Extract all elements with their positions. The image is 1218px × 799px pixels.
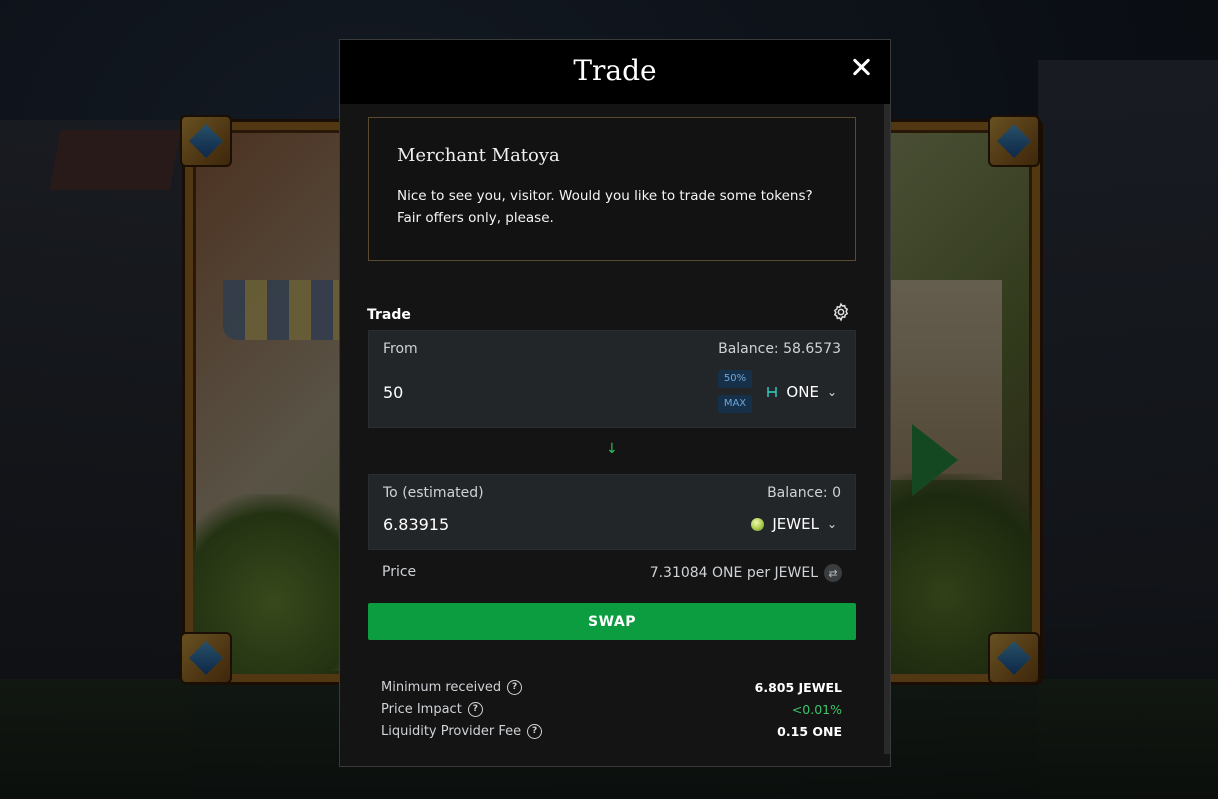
from-panel: From Balance: 58.6573 50 50% MAX ONE ⌄ [368,330,856,428]
from-balance: Balance: 58.6573 [718,341,841,357]
stat-row: Liquidity Provider Fee ? 0.15 ONE [381,720,842,742]
to-token-label: JEWEL [772,515,819,533]
stat-row: Minimum received ? 6.805 JEWEL [381,676,842,698]
chevron-down-icon: ⌄ [826,385,837,399]
to-balance: Balance: 0 [767,485,841,501]
trade-modal: Trade Merchant Matoya Nice to see you, v… [339,39,891,767]
modal-header: Trade [340,40,890,104]
help-icon[interactable]: ? [527,723,543,739]
stat-value: <0.01% [791,701,842,717]
price-row: Price 7.31084 ONE per JEWEL ⇄ [382,564,842,582]
to-label: To (estimated) [383,485,484,501]
price-value: 7.31084 ONE per JEWEL [649,565,818,581]
merchant-name: Merchant Matoya [397,145,560,166]
stat-row: Price Impact ? <0.01% [381,698,842,720]
stat-label: Liquidity Provider Fee [381,723,522,739]
stat-value: 6.805 JEWEL [754,679,842,695]
gear-icon[interactable] [831,302,851,322]
invert-price-icon[interactable]: ⇄ [824,564,842,582]
from-amount-input[interactable]: 50 [383,383,403,402]
modal-scrollbar[interactable] [884,104,890,754]
fifty-percent-button[interactable]: 50% [718,370,752,388]
harmony-one-icon [767,387,778,397]
from-token-select[interactable]: ONE ⌄ [766,383,837,401]
stat-label: Price Impact [381,701,462,717]
help-icon[interactable]: ? [507,679,523,695]
switch-direction-arrow-icon[interactable]: ↓ [606,441,618,457]
trade-section-label: Trade [367,307,411,323]
merchant-dialog: Merchant Matoya Nice to see you, visitor… [368,117,856,261]
from-token-label: ONE [786,383,819,401]
to-panel: To (estimated) Balance: 0 6.83915 JEWEL … [368,474,856,550]
stat-value: 0.15 ONE [777,723,842,739]
modal-title: Trade [573,54,657,87]
price-label: Price [382,564,417,580]
help-icon[interactable]: ? [467,701,483,717]
from-label: From [383,341,418,357]
close-icon[interactable] [848,54,876,82]
to-amount-input[interactable]: 6.83915 [383,515,449,534]
max-button[interactable]: MAX [718,395,752,413]
trade-stats: Minimum received ? 6.805 JEWEL Price Imp… [381,676,842,742]
to-token-select[interactable]: JEWEL ⌄ [751,515,837,533]
swap-button[interactable]: SWAP [368,603,856,640]
chevron-down-icon: ⌄ [826,517,837,531]
stat-label: Minimum received [381,679,502,695]
jewel-icon [751,517,765,531]
merchant-message: Nice to see you, visitor. Would you like… [397,188,813,226]
